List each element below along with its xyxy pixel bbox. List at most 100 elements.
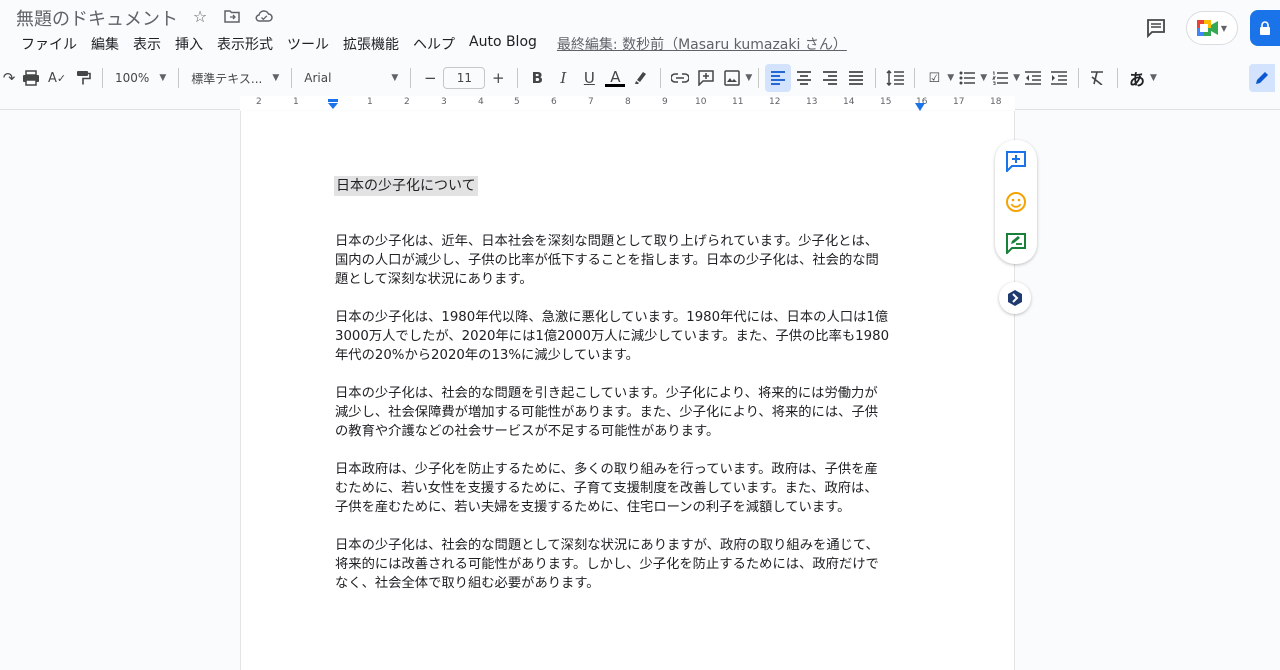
- text-line: 子供を産むために、若い夫婦を支援するために、住宅ローンの利子を減額しています。: [335, 500, 851, 515]
- menu-format[interactable]: 表示形式: [210, 34, 280, 54]
- ruler-label: 8: [625, 97, 631, 107]
- align-justify-icon[interactable]: [843, 64, 869, 92]
- title-icons: ☆: [190, 6, 274, 26]
- horizontal-ruler[interactable]: 2 1 1 2 3 4 5 6 7 8 9 10 11 12 13 14 15 …: [0, 96, 1280, 111]
- meet-button[interactable]: ▼: [1186, 11, 1238, 45]
- extension-button[interactable]: [999, 282, 1031, 314]
- top-right-controls: ▼: [1138, 10, 1280, 46]
- meet-icon: [1196, 20, 1218, 36]
- paragraph[interactable]: 日本の少子化は、1980年代以降、急激に悪化しています。1980年代には、日本の…: [335, 308, 925, 365]
- increase-indent-icon[interactable]: [1046, 64, 1072, 92]
- divider: [1078, 68, 1080, 88]
- align-right-icon[interactable]: [817, 64, 843, 92]
- ruler-label: 7: [588, 97, 594, 107]
- highlight-icon[interactable]: [628, 64, 654, 92]
- add-comment-button[interactable]: [1003, 148, 1029, 174]
- bold-button[interactable]: B: [524, 64, 550, 92]
- underline-button[interactable]: U: [576, 64, 602, 92]
- floating-actions-panel: [995, 140, 1037, 264]
- ruler-label: 17: [953, 97, 965, 107]
- menu-view[interactable]: 表示: [126, 34, 168, 54]
- italic-button[interactable]: I: [550, 64, 576, 92]
- menu-file[interactable]: ファイル: [14, 34, 84, 54]
- cloud-saved-icon[interactable]: [254, 6, 274, 26]
- document-page[interactable]: 日本の少子化について 日本の少子化は、近年、日本社会を深刻な問題として取り上げら…: [240, 111, 1015, 670]
- text-line: 日本の少子化は、近年、日本社会を深刻な問題として取り上げられています。少子化とは…: [335, 234, 879, 249]
- menu-edit[interactable]: 編集: [84, 34, 126, 54]
- share-button[interactable]: [1250, 10, 1280, 46]
- divider: [875, 68, 877, 88]
- ruler-label: 2: [256, 97, 262, 107]
- font-select[interactable]: Arial ▼: [298, 71, 404, 85]
- suggest-edits-button[interactable]: [1003, 230, 1029, 256]
- add-emoji-reaction-button[interactable]: [1003, 189, 1029, 215]
- chevron-down-icon[interactable]: ▼: [980, 73, 987, 83]
- decrease-font-size-button[interactable]: −: [417, 64, 443, 92]
- paragraph[interactable]: 日本政府は、少子化を防止するために、多くの取り組みを行っています。政府は、子供を…: [335, 460, 925, 517]
- line-spacing-icon[interactable]: [882, 64, 908, 92]
- divider: [758, 68, 760, 88]
- paint-format-icon[interactable]: [70, 64, 96, 92]
- add-comment-icon[interactable]: [693, 64, 719, 92]
- ruler-label: 1: [367, 97, 373, 107]
- menu-extensions[interactable]: 拡張機能: [336, 34, 406, 54]
- text-line: 日本の少子化は、社会的な問題として深刻な状況にありますが、政府の取り組みを通じて…: [335, 538, 879, 553]
- align-left-icon[interactable]: [765, 64, 792, 92]
- last-edit-link[interactable]: 最終編集: 数秒前（Masaru kumazaki さん）: [550, 34, 854, 54]
- redo-icon[interactable]: ↷: [0, 64, 18, 92]
- link-icon[interactable]: [667, 64, 693, 92]
- ruler-label: 12: [769, 97, 781, 107]
- bulleted-list-icon[interactable]: [954, 64, 980, 92]
- font-size-input[interactable]: 11: [443, 67, 486, 89]
- document-heading[interactable]: 日本の少子化について: [334, 176, 478, 196]
- menu-help[interactable]: ヘルプ: [406, 34, 462, 54]
- star-icon[interactable]: ☆: [190, 6, 210, 26]
- chevron-down-icon[interactable]: ▼: [947, 73, 954, 83]
- chevron-down-icon: ▼: [159, 73, 167, 83]
- numbered-list-icon[interactable]: [987, 64, 1013, 92]
- align-center-icon[interactable]: [791, 64, 817, 92]
- divider: [660, 68, 662, 88]
- text-line: 3000万人でしたが、2020年には1億2000万人に減少しています。また、子供…: [335, 329, 890, 344]
- text-line: 日本の少子化は、社会的な問題を引き起こしています。少子化により、将来的には労働力…: [335, 386, 878, 401]
- zoom-select[interactable]: 100% ▼: [109, 71, 172, 85]
- menu-tools[interactable]: ツール: [280, 34, 336, 54]
- text-color-button[interactable]: A: [602, 64, 628, 92]
- ruler-label: 2: [404, 97, 410, 107]
- ruler-label: 14: [843, 97, 855, 107]
- divider: [517, 68, 519, 88]
- divider: [410, 68, 412, 88]
- divider: [1117, 68, 1119, 88]
- add-comment-icon: [1006, 150, 1026, 172]
- menu-bar: ファイル 編集 表示 挿入 表示形式 ツール 拡張機能 ヘルプ Auto Blo…: [14, 34, 854, 54]
- text-line: なく、社会全体で取り組む必要があります。: [335, 576, 600, 591]
- comment-history-icon[interactable]: [1138, 10, 1174, 46]
- paragraph[interactable]: 日本の少子化は、社会的な問題を引き起こしています。少子化により、将来的には労働力…: [335, 384, 925, 441]
- extension-logo-icon: [1008, 290, 1022, 306]
- chevron-down-icon[interactable]: ▼: [745, 73, 752, 83]
- ruler-label: 3: [441, 97, 447, 107]
- input-tools-button[interactable]: あ: [1124, 64, 1150, 92]
- chevron-down-icon[interactable]: ▼: [1013, 73, 1020, 83]
- chevron-down-icon[interactable]: ▼: [1150, 73, 1157, 83]
- paragraph[interactable]: 日本の少子化は、社会的な問題として深刻な状況にありますが、政府の取り組みを通じて…: [335, 536, 925, 593]
- checklist-icon[interactable]: ☑: [921, 64, 947, 92]
- ruler-label: 10: [695, 97, 707, 107]
- divider: [102, 68, 103, 88]
- spellcheck-icon[interactable]: A ✓: [44, 64, 70, 92]
- menu-auto-blog[interactable]: Auto Blog: [462, 34, 544, 54]
- increase-font-size-button[interactable]: +: [485, 64, 511, 92]
- insert-image-icon[interactable]: [719, 64, 745, 92]
- print-icon[interactable]: [18, 64, 44, 92]
- move-folder-icon[interactable]: [222, 6, 242, 26]
- menu-insert[interactable]: 挿入: [168, 34, 210, 54]
- text-color-label: A: [610, 67, 621, 86]
- edit-mode-pencil-icon[interactable]: [1248, 64, 1275, 92]
- text-color-swatch: [605, 83, 626, 87]
- decrease-indent-icon[interactable]: [1020, 64, 1046, 92]
- clear-formatting-icon[interactable]: [1085, 64, 1111, 92]
- paragraph[interactable]: 日本の少子化は、近年、日本社会を深刻な問題として取り上げられています。少子化とは…: [335, 232, 925, 289]
- ruler-label: 13: [806, 97, 818, 107]
- style-select[interactable]: 標準テキス... ▼: [185, 70, 285, 87]
- document-title[interactable]: 無題のドキュメント: [16, 5, 178, 31]
